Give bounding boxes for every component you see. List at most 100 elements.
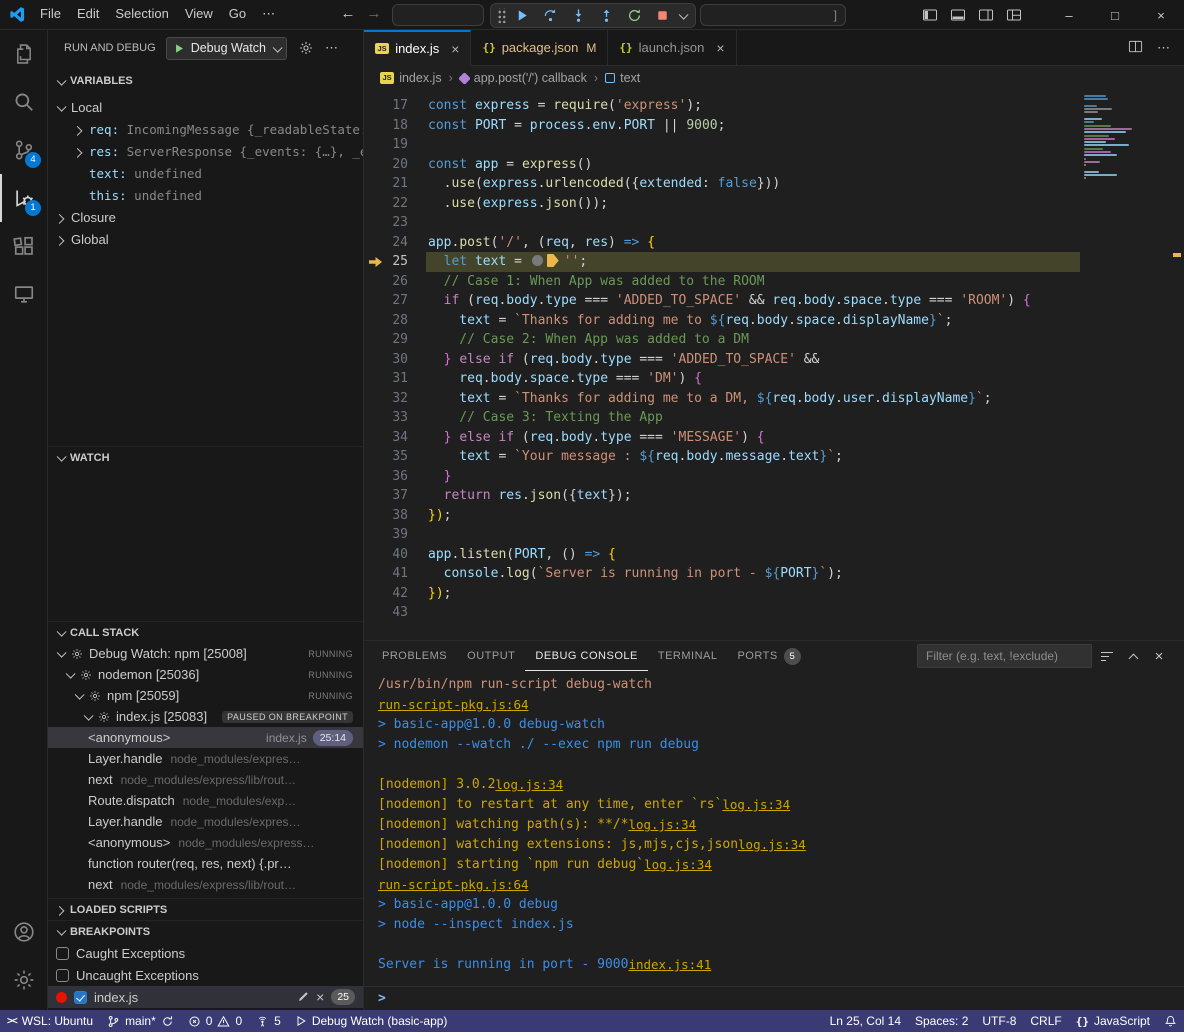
breadcrumb-item[interactable]: app.post('/') callback bbox=[460, 71, 587, 85]
toggle-panel-icon[interactable] bbox=[944, 0, 972, 30]
notifications-bell[interactable] bbox=[1157, 1010, 1184, 1032]
line-number[interactable]: 21 bbox=[364, 174, 408, 194]
console-filter-input[interactable] bbox=[918, 645, 1091, 667]
activitybar-search-icon[interactable] bbox=[0, 78, 47, 126]
line-number[interactable]: 19 bbox=[364, 135, 408, 155]
line-number[interactable]: 39 bbox=[364, 525, 408, 545]
eol-status[interactable]: CRLF bbox=[1023, 1010, 1068, 1032]
console-filter[interactable] bbox=[917, 644, 1092, 668]
breadcrumb-item[interactable]: text bbox=[605, 71, 640, 85]
console-filter-icon[interactable] bbox=[1096, 645, 1118, 667]
callstack-session[interactable]: nodemon [25036]RUNNING bbox=[48, 664, 363, 685]
line-number[interactable]: 41 bbox=[364, 564, 408, 584]
variable-row-Global[interactable]: Global bbox=[48, 228, 363, 250]
line-number[interactable]: 20 bbox=[364, 155, 408, 175]
twisty-icon[interactable] bbox=[73, 125, 83, 135]
line-number[interactable]: 29 bbox=[364, 330, 408, 350]
line-number[interactable]: 24 bbox=[364, 233, 408, 253]
line-number[interactable]: 42 bbox=[364, 584, 408, 604]
breakpoint-index.js[interactable]: index.js×25 bbox=[48, 986, 363, 1008]
console-source-link[interactable]: log.js:34 bbox=[738, 835, 806, 855]
line-number[interactable]: 18 bbox=[364, 116, 408, 136]
maximize-panel-icon[interactable] bbox=[1122, 645, 1144, 667]
go-forward-icon[interactable]: → bbox=[362, 0, 386, 30]
minimize-button[interactable]: – bbox=[1046, 0, 1092, 30]
breakpoint-checkbox[interactable] bbox=[56, 947, 69, 960]
callstack-frame[interactable]: <anonymous>node_modules/express… bbox=[48, 832, 363, 853]
variable-row-text[interactable]: text: undefined bbox=[48, 162, 363, 184]
line-number[interactable]: 26 bbox=[364, 272, 408, 292]
drag-grip-icon[interactable] bbox=[497, 8, 506, 23]
twisty-icon[interactable] bbox=[73, 147, 83, 157]
git-branch-status[interactable]: main* bbox=[100, 1010, 181, 1032]
encoding-status[interactable]: UTF-8 bbox=[975, 1010, 1023, 1032]
panel-tab-problems[interactable]: PROBLEMS bbox=[372, 641, 457, 671]
panel-tab-ports[interactable]: PORTS5 bbox=[727, 641, 810, 671]
debug-step-into-button[interactable] bbox=[566, 5, 590, 27]
remote-indicator[interactable]: >< WSL: Ubuntu bbox=[0, 1010, 100, 1032]
line-number[interactable]: 17 bbox=[364, 96, 408, 116]
problems-status[interactable]: 0 0 bbox=[181, 1010, 249, 1032]
inline-breakpoint-icon[interactable] bbox=[532, 255, 543, 266]
console-source-link[interactable]: log.js:34 bbox=[644, 855, 712, 875]
twisty-icon[interactable] bbox=[55, 235, 65, 245]
code-editor[interactable]: 17const express = require('express');18c… bbox=[364, 90, 1184, 640]
callstack-frame[interactable]: <anonymous>index.js25:14 bbox=[48, 727, 363, 748]
breadcrumb-item[interactable]: JSindex.js bbox=[380, 71, 442, 85]
console-source-link[interactable]: log.js:34 bbox=[495, 775, 563, 795]
activitybar-extensions-icon[interactable] bbox=[0, 222, 47, 270]
breakpoint-caught-exceptions[interactable]: Caught Exceptions bbox=[48, 942, 363, 964]
callstack-frame[interactable]: function router(req, res, next) {.pr… bbox=[48, 853, 363, 874]
panel-tab-terminal[interactable]: TERMINAL bbox=[648, 641, 728, 671]
variables-section-header[interactable]: VARIABLES bbox=[48, 70, 363, 92]
panel-tab-output[interactable]: OUTPUT bbox=[457, 641, 525, 671]
line-number[interactable]: 28 bbox=[364, 311, 408, 331]
variable-row-this[interactable]: this: undefined bbox=[48, 184, 363, 206]
watch-section-header[interactable]: WATCH bbox=[48, 446, 363, 468]
tab-index.js[interactable]: JSindex.js× bbox=[364, 30, 471, 66]
callstack-frame[interactable]: Layer.handlenode_modules/expres… bbox=[48, 811, 363, 832]
loaded-scripts-section-header[interactable]: LOADED SCRIPTS bbox=[48, 898, 363, 920]
cursor-position[interactable]: Ln 25, Col 14 bbox=[823, 1010, 908, 1032]
editor-more-actions-icon[interactable]: ⋯ bbox=[1157, 40, 1170, 56]
variable-row-res[interactable]: res: ServerResponse {_events: {…}, _ev… bbox=[48, 140, 363, 162]
command-center-right[interactable]: ] bbox=[700, 4, 846, 26]
activitybar-settings-icon[interactable] bbox=[0, 956, 47, 1004]
debug-step-out-button[interactable] bbox=[594, 5, 618, 27]
callstack-frame[interactable]: nextnode_modules/express/lib/rout… bbox=[48, 769, 363, 790]
menu-view[interactable]: View bbox=[177, 0, 221, 30]
command-center-left[interactable] bbox=[392, 4, 484, 26]
twisty-icon[interactable] bbox=[57, 101, 67, 111]
menu-overflow[interactable]: ⋯ bbox=[254, 0, 283, 30]
line-number[interactable]: 35 bbox=[364, 447, 408, 467]
debug-stop-button[interactable] bbox=[650, 5, 674, 27]
console-source-link[interactable]: run-script-pkg.js:64 bbox=[378, 875, 529, 895]
callstack-section-header[interactable]: CALL STACK bbox=[48, 621, 363, 643]
edit-breakpoint-icon[interactable] bbox=[297, 991, 309, 1003]
activitybar-accounts-icon[interactable] bbox=[0, 908, 47, 956]
line-number[interactable]: 43 bbox=[364, 603, 408, 623]
line-number[interactable]: 31 bbox=[364, 369, 408, 389]
breakpoint-checkbox[interactable] bbox=[56, 969, 69, 982]
menu-edit[interactable]: Edit bbox=[69, 0, 107, 30]
toggle-secondary-sidebar-icon[interactable] bbox=[972, 0, 1000, 30]
remove-breakpoint-icon[interactable]: × bbox=[316, 989, 324, 1005]
console-source-link[interactable]: index.js:41 bbox=[628, 955, 711, 975]
debug-console-prompt[interactable]: > bbox=[364, 986, 1184, 1010]
line-number[interactable]: 33 bbox=[364, 408, 408, 428]
go-back-icon[interactable]: ← bbox=[336, 0, 360, 30]
line-number[interactable]: 23 bbox=[364, 213, 408, 233]
line-number[interactable]: 27 bbox=[364, 291, 408, 311]
line-number[interactable]: 38 bbox=[364, 506, 408, 526]
debug-continue-button[interactable] bbox=[510, 5, 534, 27]
callstack-session[interactable]: index.js [25083]PAUSED ON BREAKPOINT bbox=[48, 706, 363, 727]
breakpoint-checkbox[interactable] bbox=[74, 991, 87, 1004]
callstack-frame[interactable]: Layer.handlenode_modules/expres… bbox=[48, 748, 363, 769]
console-source-link[interactable]: log.js:34 bbox=[628, 815, 696, 835]
breakpoints-section-header[interactable]: BREAKPOINTS bbox=[48, 920, 363, 942]
maximize-button[interactable]: □ bbox=[1092, 0, 1138, 30]
tab-launch.json[interactable]: {}launch.json× bbox=[608, 30, 736, 65]
debug-restart-button[interactable] bbox=[622, 5, 646, 27]
debug-status[interactable]: Debug Watch (basic-app) bbox=[288, 1010, 455, 1032]
console-source-link[interactable]: run-script-pkg.js:64 bbox=[378, 695, 529, 715]
